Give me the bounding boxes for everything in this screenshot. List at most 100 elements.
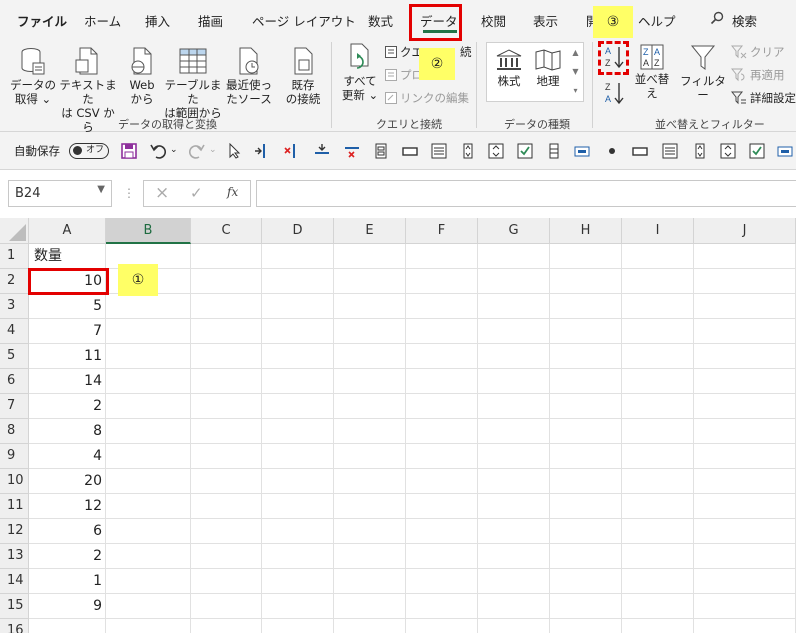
cell[interactable] [262, 419, 334, 444]
cell[interactable] [622, 269, 694, 294]
enter-icon[interactable]: ✓ [190, 184, 203, 202]
cell[interactable] [106, 394, 191, 419]
cell[interactable] [478, 319, 550, 344]
cell[interactable] [191, 569, 262, 594]
cell-a15[interactable]: 9 [29, 594, 106, 619]
spin-button-icon[interactable] [460, 143, 476, 159]
cell[interactable] [694, 419, 796, 444]
row-header[interactable]: 11 [0, 494, 29, 519]
row-header[interactable]: 4 [0, 319, 29, 344]
checkbox-control-icon[interactable] [749, 143, 765, 159]
cell[interactable] [262, 519, 334, 544]
cell[interactable] [622, 544, 694, 569]
cell[interactable] [694, 269, 796, 294]
cell[interactable] [106, 469, 191, 494]
cell[interactable] [106, 494, 191, 519]
cell[interactable] [106, 294, 191, 319]
cell[interactable] [191, 469, 262, 494]
tab-insert[interactable]: 挿入 [145, 11, 170, 30]
insert-row-icon[interactable] [314, 143, 330, 159]
cell[interactable] [106, 544, 191, 569]
cell[interactable] [550, 619, 622, 633]
clear-filter-button[interactable]: クリア [731, 44, 785, 60]
filter-button[interactable]: フィルター [680, 44, 726, 102]
cell[interactable] [406, 519, 478, 544]
cell[interactable] [406, 444, 478, 469]
cell[interactable] [622, 469, 694, 494]
cell[interactable] [262, 444, 334, 469]
cell-a9[interactable]: 4 [29, 444, 106, 469]
cell[interactable] [622, 344, 694, 369]
cell[interactable] [406, 494, 478, 519]
cell[interactable] [550, 269, 622, 294]
cell[interactable] [550, 244, 622, 269]
row-header[interactable]: 7 [0, 394, 29, 419]
cell[interactable] [550, 444, 622, 469]
listbox-control-icon[interactable] [662, 143, 678, 159]
option-button-icon[interactable] [604, 143, 620, 159]
cell[interactable] [406, 594, 478, 619]
cell[interactable] [406, 369, 478, 394]
cell[interactable] [478, 394, 550, 419]
cell[interactable] [106, 319, 191, 344]
undo-dropdown-icon[interactable]: ⌄ [170, 145, 178, 155]
gallery-scroll[interactable]: ▲ ▼ ▾ [568, 43, 583, 101]
select-all-corner[interactable] [0, 218, 29, 244]
cell[interactable] [106, 594, 191, 619]
cell[interactable] [550, 294, 622, 319]
cell[interactable] [478, 569, 550, 594]
cell[interactable] [262, 294, 334, 319]
cell[interactable] [106, 619, 191, 633]
cell-a4[interactable]: 7 [29, 319, 106, 344]
row-header[interactable]: 2 [0, 269, 29, 294]
cell[interactable] [106, 369, 191, 394]
cell[interactable] [334, 344, 406, 369]
cell[interactable] [334, 269, 406, 294]
row-header[interactable]: 5 [0, 344, 29, 369]
cell[interactable] [262, 594, 334, 619]
cell[interactable] [694, 369, 796, 394]
cell[interactable] [550, 519, 622, 544]
row-header[interactable]: 1 [0, 244, 29, 269]
cell[interactable] [191, 519, 262, 544]
tab-review[interactable]: 校閲 [481, 11, 506, 30]
cell[interactable] [406, 394, 478, 419]
chevron-down-icon[interactable]: ▼ [97, 184, 105, 195]
cell[interactable] [334, 394, 406, 419]
cell[interactable] [191, 344, 262, 369]
cell[interactable] [191, 369, 262, 394]
cell[interactable] [406, 419, 478, 444]
tab-help[interactable]: ヘルプ [638, 11, 676, 30]
cell-a7[interactable]: 2 [29, 394, 106, 419]
save-icon[interactable] [121, 143, 137, 159]
cell[interactable] [622, 394, 694, 419]
button-control-icon[interactable] [574, 143, 590, 159]
cell[interactable] [550, 569, 622, 594]
cell[interactable] [478, 344, 550, 369]
cell[interactable] [478, 619, 550, 633]
cell[interactable] [478, 244, 550, 269]
cell[interactable] [334, 594, 406, 619]
cell[interactable] [191, 319, 262, 344]
row-header[interactable]: 8 [0, 419, 29, 444]
textbox-icon[interactable] [402, 143, 418, 159]
tab-file[interactable]: ファイル [17, 11, 67, 30]
cell[interactable] [694, 394, 796, 419]
cell[interactable] [406, 269, 478, 294]
cell[interactable] [694, 344, 796, 369]
cell[interactable] [191, 594, 262, 619]
cell[interactable] [406, 244, 478, 269]
column-header-h[interactable]: H [550, 218, 622, 244]
edit-links-button[interactable]: リンクの編集 [385, 90, 469, 106]
cell[interactable] [262, 369, 334, 394]
cell[interactable] [550, 419, 622, 444]
refresh-all-button[interactable]: すべて 更新 ⌄ [340, 42, 380, 102]
recent-sources-button[interactable]: 最近使っ たソース [225, 46, 273, 106]
cell[interactable] [334, 519, 406, 544]
cell[interactable] [334, 469, 406, 494]
cell[interactable] [191, 394, 262, 419]
cell[interactable] [334, 569, 406, 594]
cell[interactable] [694, 594, 796, 619]
cell[interactable] [191, 444, 262, 469]
cell[interactable] [550, 369, 622, 394]
